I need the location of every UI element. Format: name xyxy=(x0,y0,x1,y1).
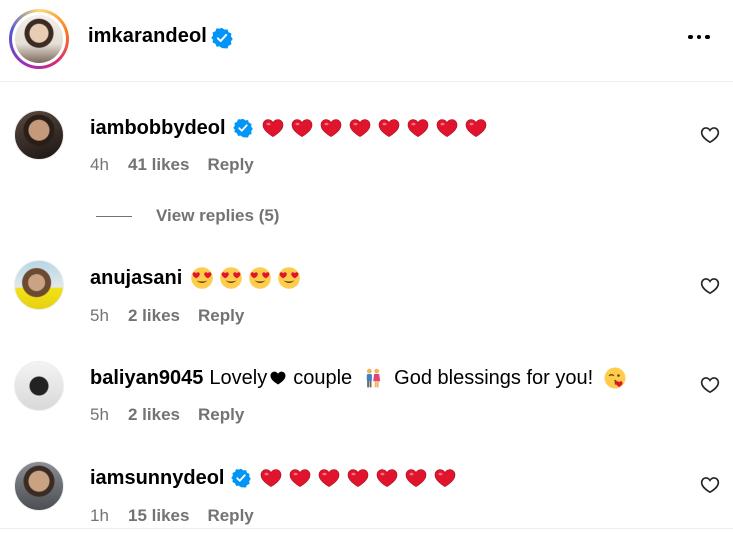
heart-eyes-emoji-icon xyxy=(220,267,243,289)
emoji-row xyxy=(190,266,301,290)
story-ring[interactable] xyxy=(9,9,69,69)
more-options-icon[interactable] xyxy=(684,27,714,47)
face-blowing-kiss-icon xyxy=(604,367,626,389)
emoji-row xyxy=(259,466,457,490)
red-heart-icon xyxy=(349,119,370,137)
header-username[interactable]: imkarandeol xyxy=(88,25,207,48)
heart-eyes-emoji-icon xyxy=(191,267,214,289)
red-heart-icon xyxy=(436,119,457,137)
red-heart-icon xyxy=(262,119,283,137)
verified-badge-icon xyxy=(231,468,252,488)
heart-eyes-emoji-icon xyxy=(249,267,272,289)
view-replies-button[interactable]: View replies (5) xyxy=(96,206,279,226)
comment-time[interactable]: 5h xyxy=(90,405,128,425)
heart-outline-icon[interactable] xyxy=(700,375,720,395)
avatar[interactable] xyxy=(14,461,64,511)
comment-likes[interactable]: 2 likes xyxy=(128,306,180,326)
red-heart-icon xyxy=(378,119,399,137)
heart-outline-icon[interactable] xyxy=(700,475,720,495)
couple-emoji-icon xyxy=(366,368,381,388)
emoji-row xyxy=(261,116,488,140)
red-heart-icon xyxy=(377,469,398,487)
reply-button[interactable]: Reply xyxy=(207,506,253,526)
comment-likes[interactable]: 15 likes xyxy=(128,506,189,526)
red-heart-icon xyxy=(319,469,340,487)
comment-time[interactable]: 5h xyxy=(90,306,128,326)
comment-time[interactable]: 1h xyxy=(90,506,128,526)
avatar[interactable] xyxy=(15,15,63,63)
red-heart-icon xyxy=(261,469,282,487)
red-heart-icon xyxy=(465,119,486,137)
comment-username[interactable]: anujasani xyxy=(90,267,182,290)
red-heart-icon xyxy=(320,119,341,137)
reply-button[interactable]: Reply xyxy=(207,155,253,175)
reply-button[interactable]: Reply xyxy=(198,306,244,326)
divider xyxy=(96,215,132,217)
comment-time[interactable]: 4h xyxy=(90,155,128,175)
comment-username[interactable]: iambobbydeol xyxy=(90,117,226,140)
avatar[interactable] xyxy=(14,110,64,160)
comment-text: couple xyxy=(293,366,353,389)
comment-username[interactable]: iamsunnydeol xyxy=(90,467,224,490)
comment-username[interactable]: baliyan9045 xyxy=(90,367,203,390)
red-heart-icon xyxy=(407,119,428,137)
avatar[interactable] xyxy=(14,260,64,310)
verified-badge-icon xyxy=(232,118,253,138)
heart-eyes-emoji-icon xyxy=(278,267,301,289)
red-heart-icon xyxy=(290,469,311,487)
post-header: imkarandeol xyxy=(0,0,733,82)
black-heart-icon xyxy=(270,371,286,385)
comment-likes[interactable]: 2 likes xyxy=(128,405,180,425)
view-replies-label: View replies (5) xyxy=(156,206,280,225)
comment-text: God blessings for you! xyxy=(394,366,594,389)
comment-text: Lovely xyxy=(209,366,268,389)
red-heart-icon xyxy=(435,469,456,487)
heart-outline-icon[interactable] xyxy=(700,125,720,145)
avatar[interactable] xyxy=(14,361,64,411)
red-heart-icon xyxy=(291,119,312,137)
divider xyxy=(0,528,733,529)
comment-likes[interactable]: 41 likes xyxy=(128,155,189,175)
reply-button[interactable]: Reply xyxy=(198,405,244,425)
heart-outline-icon[interactable] xyxy=(700,276,720,296)
red-heart-icon xyxy=(406,469,427,487)
red-heart-icon xyxy=(348,469,369,487)
verified-badge-icon xyxy=(211,27,233,49)
